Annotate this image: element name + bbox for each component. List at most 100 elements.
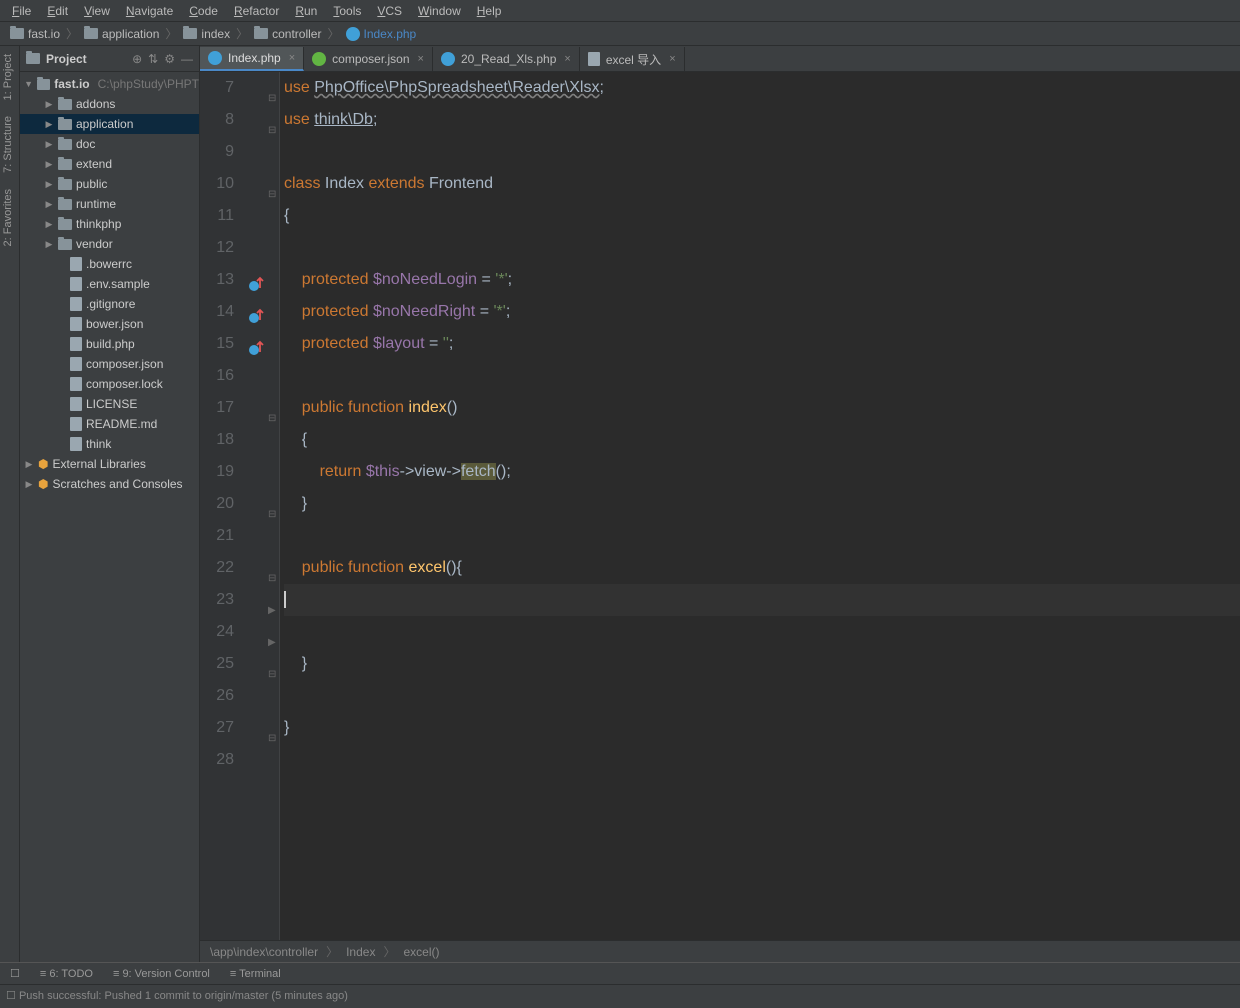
bottom-tool-9--Version-Control[interactable]: ≡ 9: Version Control	[113, 968, 210, 980]
tree-item-addons[interactable]: ▶addons	[20, 94, 199, 114]
breadcrumb-application[interactable]: application	[80, 27, 163, 41]
fold-toggle-icon[interactable]: ▶	[268, 595, 278, 605]
line-number: 9	[200, 136, 246, 168]
code-line[interactable]	[284, 520, 1240, 552]
folder-icon	[58, 179, 72, 190]
tab-composer-json[interactable]: composer.json×	[304, 47, 433, 71]
tree-item-public[interactable]: ▶public	[20, 174, 199, 194]
menu-window[interactable]: Window	[410, 4, 469, 18]
tree-item--bowerrc[interactable]: .bowerrc	[20, 254, 199, 274]
code-line[interactable]: return $this->view->fetch();	[284, 456, 1240, 488]
gear-icon[interactable]: ⚙	[164, 52, 175, 66]
code-editor[interactable]: 7891011121314151617181920212223242526272…	[200, 72, 1240, 940]
code-line[interactable]: protected $noNeedLogin = '*';	[284, 264, 1240, 296]
sort-icon[interactable]: ⇅	[148, 52, 158, 66]
tree-item-composer-json[interactable]: composer.json	[20, 354, 199, 374]
tree-item-runtime[interactable]: ▶runtime	[20, 194, 199, 214]
code-text[interactable]: use PhpOffice\PhpSpreadsheet\Reader\Xlsx…	[280, 72, 1240, 940]
code-line[interactable]: use think\Db;	[284, 104, 1240, 136]
tree-item-README-md[interactable]: README.md	[20, 414, 199, 434]
tree-item-bower-json[interactable]: bower.json	[20, 314, 199, 334]
menu-help[interactable]: Help	[469, 4, 510, 18]
tab-excel-导入[interactable]: excel 导入×	[580, 47, 685, 71]
breadcrumb-fast-io[interactable]: fast.io	[6, 27, 64, 41]
code-line[interactable]	[284, 136, 1240, 168]
menu-file[interactable]: File	[4, 4, 39, 18]
tree-item-doc[interactable]: ▶doc	[20, 134, 199, 154]
tab-Index-php[interactable]: Index.php×	[200, 47, 304, 71]
close-icon[interactable]: ×	[564, 53, 570, 65]
code-crumb-seg[interactable]: excel()	[403, 945, 439, 959]
breadcrumb-Index-php[interactable]: Index.php	[342, 27, 421, 41]
code-line[interactable]: {	[284, 424, 1240, 456]
code-line[interactable]: use PhpOffice\PhpSpreadsheet\Reader\Xlsx…	[284, 72, 1240, 104]
fold-toggle-icon[interactable]: ⊟	[268, 403, 278, 413]
code-line[interactable]	[284, 232, 1240, 264]
code-line[interactable]	[284, 744, 1240, 776]
fold-toggle-icon[interactable]: ▶	[268, 627, 278, 637]
fold-toggle-icon[interactable]: ⊟	[268, 659, 278, 669]
tree-item-vendor[interactable]: ▶vendor	[20, 234, 199, 254]
override-marker-icon[interactable]	[248, 336, 264, 352]
tree-item-composer-lock[interactable]: composer.lock	[20, 374, 199, 394]
rail-tab-1--Project[interactable]: 1: Project	[0, 46, 19, 108]
fold-toggle-icon[interactable]: ⊟	[268, 179, 278, 189]
code-line[interactable]: protected $noNeedRight = '*';	[284, 296, 1240, 328]
breadcrumb-controller[interactable]: controller	[250, 27, 325, 41]
close-icon[interactable]: ×	[669, 53, 675, 65]
code-line[interactable]: }	[284, 648, 1240, 680]
bottom-tool-Terminal[interactable]: ≡ Terminal	[230, 968, 281, 980]
tree-item--gitignore[interactable]: .gitignore	[20, 294, 199, 314]
fold-toggle-icon[interactable]: ⊟	[268, 115, 278, 125]
code-line[interactable]: protected $layout = '';	[284, 328, 1240, 360]
code-line[interactable]: public function excel(){	[284, 552, 1240, 584]
tree-item-LICENSE[interactable]: LICENSE	[20, 394, 199, 414]
tree-item-extend[interactable]: ▶extend	[20, 154, 199, 174]
bottom-tool-6--TODO[interactable]: ≡ 6: TODO	[40, 968, 93, 980]
tree-item--env-sample[interactable]: .env.sample	[20, 274, 199, 294]
tree-item-build-php[interactable]: build.php	[20, 334, 199, 354]
code-line[interactable]: class Index extends Frontend	[284, 168, 1240, 200]
folder-icon	[58, 119, 72, 130]
menu-code[interactable]: Code	[181, 4, 226, 18]
code-line[interactable]: public function index()	[284, 392, 1240, 424]
target-icon[interactable]: ⊕	[132, 52, 142, 66]
code-line[interactable]	[284, 584, 1240, 616]
code-line[interactable]: }	[284, 712, 1240, 744]
code-line[interactable]	[284, 616, 1240, 648]
code-line[interactable]: }	[284, 488, 1240, 520]
code-crumb-seg[interactable]: \app\index\controller	[210, 945, 318, 959]
code-line[interactable]	[284, 360, 1240, 392]
collapse-icon[interactable]: —	[181, 52, 193, 66]
code-crumb-seg[interactable]: Index	[346, 945, 375, 959]
tool-windows-icon[interactable]: ☐	[10, 967, 20, 980]
tree-item-thinkphp[interactable]: ▶thinkphp	[20, 214, 199, 234]
menu-refactor[interactable]: Refactor	[226, 4, 287, 18]
tree-item-think[interactable]: think	[20, 434, 199, 454]
tree-root[interactable]: ▼fast.ioC:\phpStudy\PHPT	[20, 74, 199, 94]
override-marker-icon[interactable]	[248, 304, 264, 320]
project-tree[interactable]: ▼fast.ioC:\phpStudy\PHPT▶addons▶applicat…	[20, 72, 199, 962]
menu-edit[interactable]: Edit	[39, 4, 76, 18]
code-line[interactable]	[284, 680, 1240, 712]
rail-tab-7--Structure[interactable]: 7: Structure	[0, 108, 19, 181]
tree-libs[interactable]: ▶⬢External Libraries	[20, 454, 199, 474]
override-marker-icon[interactable]	[248, 272, 264, 288]
tree-item-application[interactable]: ▶application	[20, 114, 199, 134]
tab-20_Read_Xls-php[interactable]: 20_Read_Xls.php×	[433, 47, 580, 71]
menu-view[interactable]: View	[76, 4, 118, 18]
fold-toggle-icon[interactable]: ⊟	[268, 83, 278, 93]
tree-scratches[interactable]: ▶⬢Scratches and Consoles	[20, 474, 199, 494]
menu-tools[interactable]: Tools	[325, 4, 369, 18]
fold-toggle-icon[interactable]: ⊟	[268, 563, 278, 573]
menu-navigate[interactable]: Navigate	[118, 4, 181, 18]
rail-tab-2--Favorites[interactable]: 2: Favorites	[0, 181, 19, 254]
close-icon[interactable]: ×	[289, 52, 295, 64]
fold-toggle-icon[interactable]: ⊟	[268, 499, 278, 509]
code-line[interactable]: {	[284, 200, 1240, 232]
menu-vcs[interactable]: VCS	[369, 4, 410, 18]
menu-run[interactable]: Run	[287, 4, 325, 18]
close-icon[interactable]: ×	[418, 53, 424, 65]
fold-toggle-icon[interactable]: ⊟	[268, 723, 278, 733]
breadcrumb-index[interactable]: index	[179, 27, 234, 41]
